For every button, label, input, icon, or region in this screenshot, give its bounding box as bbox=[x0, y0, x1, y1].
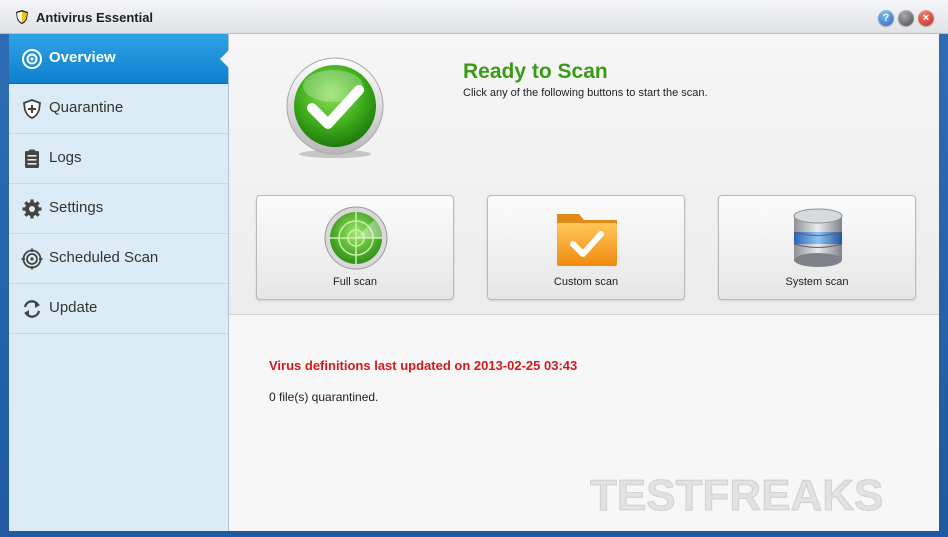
app-window: Antivirus Essential ? × Overview Quarant… bbox=[0, 0, 948, 537]
sidebar-item-settings[interactable]: Settings bbox=[9, 184, 228, 234]
checkmark-status-icon bbox=[286, 57, 384, 158]
full-scan-label: Full scan bbox=[332, 276, 378, 288]
sidebar-item-overview[interactable]: Overview bbox=[9, 34, 229, 84]
sidebar-item-label: Logs bbox=[49, 149, 82, 166]
sidebar-item-label: Scheduled Scan bbox=[49, 249, 159, 266]
system-scan-label: System scan bbox=[785, 276, 849, 288]
shield-icon bbox=[23, 99, 41, 119]
custom-scan-button[interactable]: Custom scan bbox=[487, 195, 685, 300]
full-scan-button[interactable]: Full scan bbox=[256, 195, 454, 300]
system-scan-button[interactable]: System scan bbox=[718, 195, 916, 300]
quarantine-count: 0 file(s) quarantined. bbox=[269, 390, 379, 404]
watermark-text: TESTFREAKS bbox=[590, 471, 883, 520]
sidebar-item-scheduled-scan[interactable]: Scheduled Scan bbox=[9, 234, 228, 284]
main-panel: Ready to Scan Click any of the following… bbox=[229, 34, 939, 531]
minimize-button[interactable] bbox=[898, 10, 914, 26]
sidebar-item-label: Update bbox=[49, 299, 98, 316]
definitions-status: Virus definitions last updated on 2013-0… bbox=[269, 358, 578, 373]
sidebar-item-quarantine[interactable]: Quarantine bbox=[9, 84, 228, 134]
status-title: Ready to Scan bbox=[463, 60, 608, 83]
gear-icon bbox=[22, 199, 42, 219]
custom-scan-label: Custom scan bbox=[553, 276, 619, 288]
title-bar: Antivirus Essential ? × bbox=[0, 0, 948, 34]
radar-icon bbox=[324, 206, 388, 270]
database-icon bbox=[793, 208, 843, 267]
sidebar-item-update[interactable]: Update bbox=[9, 284, 228, 334]
testfreaks-watermark: TESTFREAKS bbox=[590, 471, 884, 521]
sidebar-item-label: Quarantine bbox=[49, 99, 124, 116]
sidebar-item-logs[interactable]: Logs bbox=[9, 134, 228, 184]
clipboard-icon bbox=[25, 149, 39, 168]
scan-area: Ready to Scan Click any of the following… bbox=[229, 34, 939, 315]
help-button[interactable]: ? bbox=[878, 10, 894, 26]
app-logo-icon bbox=[16, 10, 28, 24]
folder-check-icon bbox=[557, 214, 617, 266]
eye-icon bbox=[22, 49, 42, 69]
sidebar-item-label: Overview bbox=[49, 49, 116, 66]
target-icon bbox=[21, 248, 43, 270]
sidebar: Overview Quarantine Logs Settings Schedu… bbox=[9, 34, 229, 531]
sidebar-item-label: Settings bbox=[49, 199, 104, 216]
status-subtitle: Click any of the following buttons to st… bbox=[463, 87, 708, 99]
close-button[interactable]: × bbox=[918, 10, 934, 26]
app-title: Antivirus Essential bbox=[36, 10, 154, 25]
refresh-icon bbox=[23, 300, 41, 318]
